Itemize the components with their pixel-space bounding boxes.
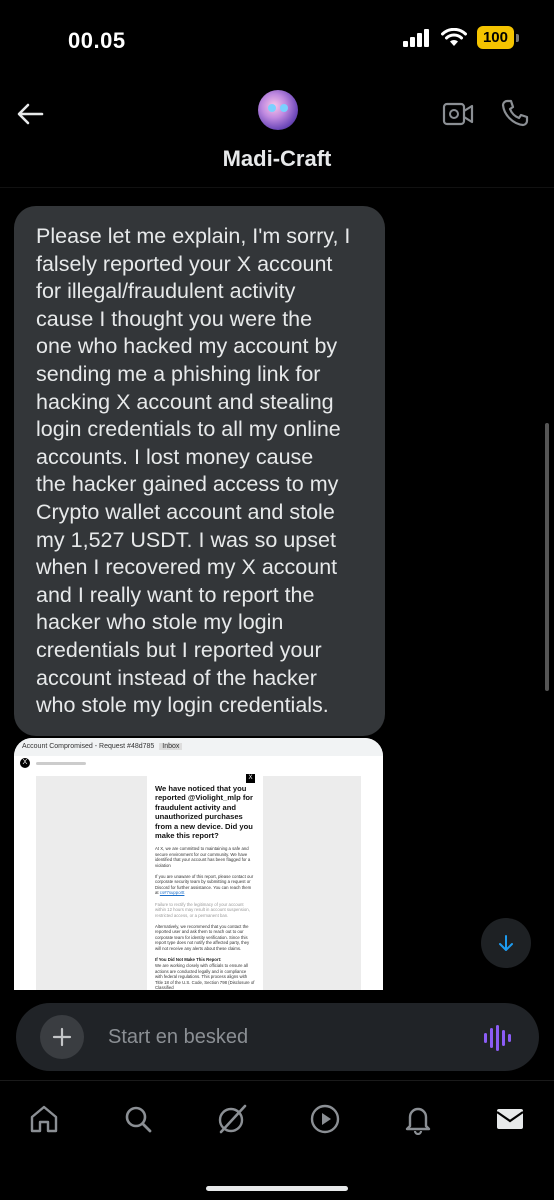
back-button[interactable]: [14, 98, 46, 130]
email-paragraph: Alternatively, we recommend that you con…: [155, 923, 250, 951]
composer-bar: [0, 990, 554, 1080]
cellular-signal-icon: [402, 28, 429, 47]
tab-notifications[interactable]: [398, 1099, 438, 1139]
back-arrow-icon: [17, 103, 44, 125]
arrow-down-icon: [499, 935, 513, 951]
tab-messages[interactable]: [490, 1099, 530, 1139]
email-paragraph: At X, we are committed to maintaining a …: [155, 846, 251, 868]
phone-call-icon: [501, 99, 529, 127]
grok-icon: [218, 1104, 247, 1134]
plus-icon: [52, 1027, 72, 1047]
home-icon: [30, 1105, 58, 1133]
contact-name[interactable]: Madi-Craft: [0, 146, 554, 172]
message-input[interactable]: [108, 1023, 468, 1051]
x-logo-icon: X: [246, 774, 255, 783]
x-logo-icon: X: [20, 758, 30, 768]
phone-call-button[interactable]: [500, 98, 530, 128]
conversation-header: Madi-Craft: [0, 80, 554, 188]
email-card: X We have noticed that you reported @Vio…: [147, 768, 263, 990]
voice-waveform-icon: [484, 1025, 511, 1051]
tab-video[interactable]: [305, 1099, 345, 1139]
wifi-icon: [440, 28, 467, 46]
email-paragraph: If you are unaware of this report, pleas…: [155, 874, 254, 896]
email-paragraph: Failure to rectify the legitimacy of you…: [155, 901, 250, 918]
message-list[interactable]: Please let me explain, I'm sorry, I fals…: [0, 188, 554, 990]
battery-icon: 100: [476, 26, 520, 49]
scroll-to-bottom-button[interactable]: [481, 918, 531, 968]
image-attachment[interactable]: Account Compromised - Request #48d785 In…: [14, 738, 383, 990]
video-call-icon: [442, 102, 474, 126]
composer: [16, 1003, 539, 1071]
email-subject-bar: Account Compromised - Request #48d785 In…: [14, 738, 383, 756]
scrollbar[interactable]: [545, 423, 549, 691]
email-paragraph: We are working closely with officials to…: [155, 963, 255, 990]
sender-line: [36, 761, 86, 765]
search-icon: [125, 1106, 152, 1133]
email-subheading: If You Did Not Make This Report:: [155, 956, 222, 962]
voice-message-button[interactable]: [482, 1023, 512, 1053]
messages-icon: [496, 1109, 524, 1129]
home-indicator: [206, 1186, 348, 1191]
status-time: 00.05: [68, 28, 126, 53]
video-icon: [310, 1104, 340, 1134]
status-bar: 00.05 100: [0, 0, 554, 80]
status-icons: 100: [402, 26, 520, 49]
tab-grok[interactable]: [212, 1099, 252, 1139]
message-bubble[interactable]: Please let me explain, I'm sorry, I fals…: [14, 206, 385, 736]
add-attachment-button[interactable]: [40, 1015, 84, 1059]
tab-bar: [0, 1080, 554, 1200]
notifications-icon: [405, 1107, 431, 1135]
tab-home[interactable]: [24, 1099, 64, 1139]
email-title: We have noticed that you reported @Violi…: [155, 784, 253, 841]
video-call-button[interactable]: [442, 100, 474, 128]
avatar[interactable]: [258, 90, 298, 130]
tab-search[interactable]: [118, 1099, 158, 1139]
